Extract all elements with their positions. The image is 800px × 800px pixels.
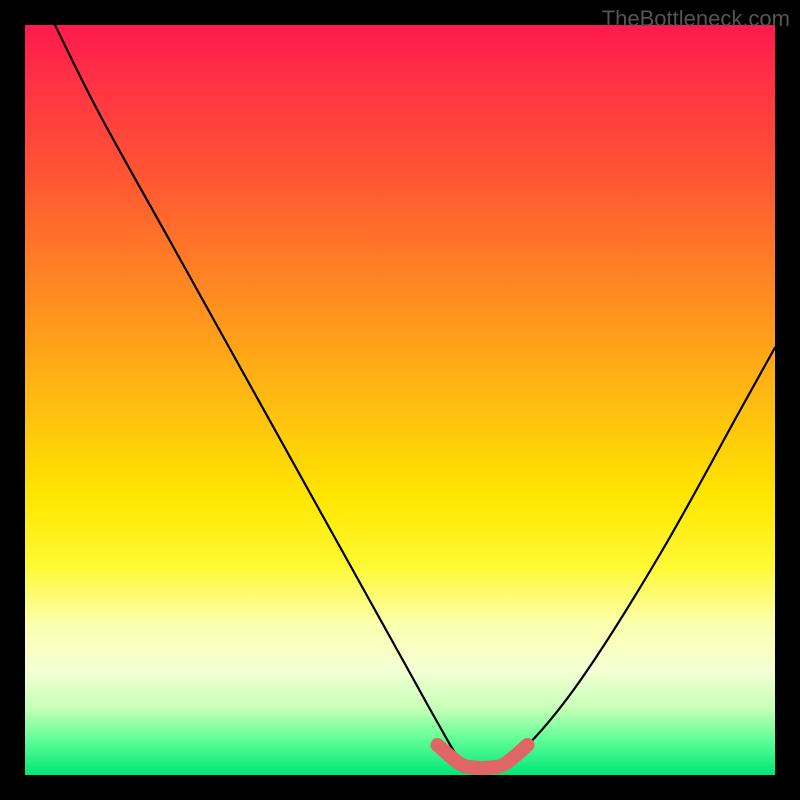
chart-svg: [25, 25, 775, 775]
bottleneck-curve-path: [55, 25, 775, 768]
plot-area: [25, 25, 775, 775]
watermark-text: TheBottleneck.com: [602, 6, 790, 32]
sweet-spot-path: [438, 745, 528, 768]
